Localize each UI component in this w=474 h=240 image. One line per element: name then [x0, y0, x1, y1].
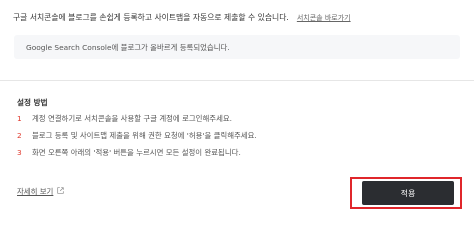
divider	[0, 80, 474, 81]
intro-description: 구글 서치콘솔에 블로그를 손쉽게 등록하고 사이트맵을 자동으로 제출할 수 …	[13, 13, 289, 22]
step-number: 1	[17, 114, 22, 123]
step-number: 2	[17, 131, 22, 140]
step-item: 3 화면 오른쪽 아래의 '적용' 버튼을 누르시면 모든 설정이 완료됩니다.	[17, 147, 257, 164]
step-number: 3	[17, 148, 22, 157]
status-message: Google Search Console에 블로그가 올바르게 등록되었습니다…	[26, 43, 230, 52]
learn-more-link[interactable]: 자세히 보기	[17, 186, 65, 197]
step-text: 블로그 등록 및 사이트맵 제출을 위해 권한 요청에 '허용'을 클릭해주세요…	[32, 131, 257, 140]
external-link-icon	[57, 187, 65, 196]
learn-more-label[interactable]: 자세히 보기	[17, 187, 53, 196]
steps-list: 1 계정 연결하기로 서치콘솔을 사용할 구글 계정에 로그인해주세요. 2 블로그…	[17, 113, 257, 164]
apply-button[interactable]: 적용	[362, 181, 454, 205]
intro-text: 구글 서치콘솔에 블로그를 손쉽게 등록하고 사이트맵을 자동으로 제출할 수 …	[13, 12, 351, 23]
step-text: 계정 연결하기로 서치콘솔을 사용할 구글 계정에 로그인해주세요.	[32, 114, 233, 123]
steps-title: 설정 방법	[17, 98, 48, 107]
search-console-link[interactable]: 서치콘솔 바로가기	[297, 14, 351, 22]
status-box: Google Search Console에 블로그가 올바르게 등록되었습니다…	[14, 35, 460, 59]
step-item: 2 블로그 등록 및 사이트맵 제출을 위해 권한 요청에 '허용'을 클릭해주세…	[17, 130, 257, 147]
step-text: 화면 오른쪽 아래의 '적용' 버튼을 누르시면 모든 설정이 완료됩니다.	[32, 148, 241, 157]
step-item: 1 계정 연결하기로 서치콘솔을 사용할 구글 계정에 로그인해주세요.	[17, 113, 257, 130]
